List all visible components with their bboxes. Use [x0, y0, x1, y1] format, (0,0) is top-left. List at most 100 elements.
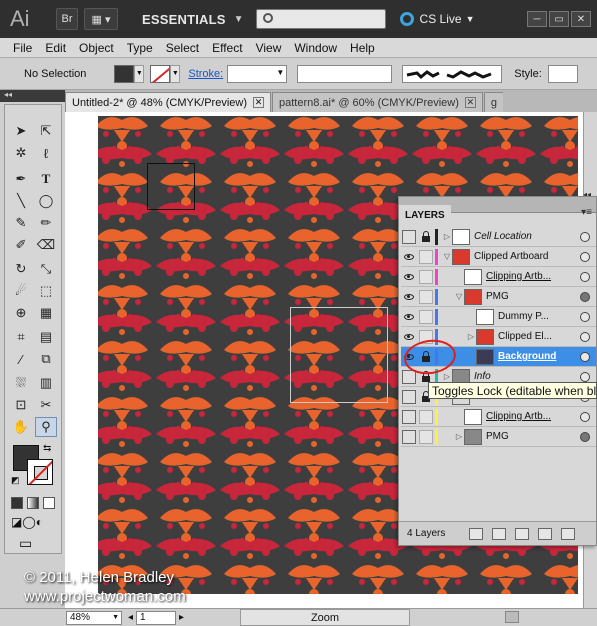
none-mode-icon[interactable]: [43, 497, 55, 509]
target-icon[interactable]: [580, 431, 590, 442]
free-transform-tool-icon[interactable]: ⬚: [35, 281, 57, 301]
menu-type[interactable]: Type: [127, 41, 153, 55]
horizontal-scroll-thumb[interactable]: [505, 611, 519, 623]
layer-name[interactable]: Clipping Artb...: [486, 271, 580, 282]
expand-triangle-icon[interactable]: ▷: [442, 372, 452, 381]
default-colors-icon[interactable]: ◩: [11, 475, 20, 486]
eraser-tool-icon[interactable]: ⌫: [35, 235, 57, 255]
selection-tool-icon[interactable]: ➤: [10, 121, 32, 141]
pattern-tile-outline[interactable]: [147, 163, 195, 210]
fill-color-swatch[interactable]: [114, 64, 135, 83]
layer-row[interactable]: Clipping Artb...: [401, 407, 596, 427]
slice-tool-icon[interactable]: ✂: [35, 395, 57, 415]
target-icon[interactable]: [580, 291, 590, 302]
eye-icon[interactable]: [402, 270, 416, 284]
pencil-tool-icon[interactable]: ✏: [35, 213, 57, 233]
pattern-tile-bounds[interactable]: [290, 307, 388, 403]
expand-triangle-icon[interactable]: ▷: [454, 432, 464, 441]
chevron-down-icon[interactable]: ▼: [234, 14, 244, 25]
layer-row[interactable]: ▷ PMG: [401, 427, 596, 447]
make-clipping-mask-icon[interactable]: [492, 527, 507, 540]
symbol-sprayer-tool-icon[interactable]: ⛆: [10, 373, 32, 393]
menu-help[interactable]: Help: [350, 41, 375, 55]
expand-triangle-icon[interactable]: ▷: [466, 332, 476, 341]
direct-selection-tool-icon[interactable]: ⇱: [35, 121, 57, 141]
status-label[interactable]: Zoom: [240, 609, 410, 626]
template-icon[interactable]: [402, 409, 416, 424]
workspace-switcher[interactable]: ESSENTIALS: [142, 12, 226, 27]
eye-icon[interactable]: [402, 250, 416, 264]
lock-toggle[interactable]: [419, 269, 433, 284]
new-sublayer-icon[interactable]: [515, 527, 530, 540]
lock-toggle[interactable]: [419, 249, 433, 264]
column-graph-tool-icon[interactable]: ▥: [35, 373, 57, 393]
draw-mode-icon[interactable]: ◪◯◐: [11, 515, 43, 529]
maximize-button[interactable]: ▭: [549, 11, 569, 27]
arrange-documents-button[interactable]: ▦ ▾: [84, 8, 118, 30]
target-icon[interactable]: [580, 231, 590, 242]
locate-object-icon[interactable]: [469, 527, 484, 540]
menu-view[interactable]: View: [256, 41, 282, 55]
expand-triangle-icon[interactable]: ▷: [442, 232, 452, 241]
menu-file[interactable]: File: [13, 41, 32, 55]
layers-panel-title[interactable]: LAYERS: [399, 205, 451, 225]
layer-name[interactable]: Info: [474, 371, 580, 382]
target-icon[interactable]: [580, 371, 590, 382]
lock-toggle[interactable]: [419, 429, 433, 444]
eyedropper-tool-icon[interactable]: ⁄: [10, 349, 32, 369]
paintbrush-tool-icon[interactable]: ✎: [10, 213, 32, 233]
eye-icon[interactable]: [402, 290, 416, 304]
menu-edit[interactable]: Edit: [45, 41, 66, 55]
layer-name[interactable]: Dummy P...: [498, 311, 580, 322]
warp-tool-icon[interactable]: ☄: [10, 281, 32, 301]
next-artboard-icon[interactable]: ▸: [179, 612, 184, 623]
bridge-button[interactable]: Br: [56, 8, 78, 30]
zoom-level-select[interactable]: 48% ▼: [66, 610, 122, 625]
artboard-number-field[interactable]: 1: [136, 610, 177, 625]
perspective-grid-tool-icon[interactable]: ▦: [35, 303, 57, 323]
mesh-tool-icon[interactable]: ⌗: [10, 327, 32, 347]
artboard-tool-icon[interactable]: ⊡: [10, 395, 32, 415]
stroke-label-link[interactable]: Stroke:: [188, 68, 223, 80]
layer-row[interactable]: ▽ PMG: [401, 287, 596, 307]
tab-pattern8[interactable]: pattern8.ai* @ 60% (CMYK/Preview) ✕: [272, 92, 483, 112]
tab-third[interactable]: g: [483, 92, 504, 112]
gradient-mode-icon[interactable]: [27, 497, 39, 509]
layer-name[interactable]: Background: [498, 351, 580, 362]
layer-row[interactable]: ▷ Cell Location: [401, 227, 596, 247]
minimize-button[interactable]: ─: [527, 11, 547, 27]
layer-row[interactable]: Dummy P...: [401, 307, 596, 327]
close-button[interactable]: ✕: [571, 11, 591, 27]
new-layer-icon[interactable]: [538, 527, 553, 540]
gradient-tool-icon[interactable]: ▤: [35, 327, 57, 347]
graphic-style-swatch[interactable]: [547, 64, 578, 83]
tab-untitled-2[interactable]: Untitled-2* @ 48% (CMYK/Preview) ✕: [65, 92, 271, 112]
layer-row[interactable]: Clipping Artb...: [401, 267, 596, 287]
toolbox-collapse-icon[interactable]: ◂◂: [0, 90, 65, 102]
menu-effect[interactable]: Effect: [212, 41, 242, 55]
rotate-tool-icon[interactable]: ↻: [10, 259, 32, 279]
target-icon[interactable]: [580, 271, 590, 282]
magic-wand-tool-icon[interactable]: ✲: [10, 143, 32, 163]
panel-menu-icon[interactable]: ▾≡: [581, 207, 592, 218]
layer-name[interactable]: PMG: [486, 431, 580, 442]
collapse-triangle-icon[interactable]: ▽: [442, 252, 452, 261]
eye-icon[interactable]: [402, 330, 416, 344]
target-icon[interactable]: [580, 311, 590, 322]
stroke-dropdown[interactable]: ▼: [170, 64, 181, 83]
previous-artboard-icon[interactable]: ◂: [128, 612, 133, 623]
layer-name[interactable]: Clipped El...: [498, 331, 580, 342]
fill-dropdown[interactable]: ▼: [134, 64, 145, 83]
stroke-weight-field[interactable]: ▼: [227, 64, 288, 83]
blob-brush-tool-icon[interactable]: ✐: [10, 235, 32, 255]
stroke-color-box[interactable]: [27, 459, 53, 485]
lock-toggle[interactable]: [419, 409, 433, 424]
template-icon[interactable]: [402, 389, 416, 404]
lock-toggle[interactable]: [419, 309, 433, 324]
menu-object[interactable]: Object: [79, 41, 114, 55]
variable-width-field[interactable]: [297, 64, 393, 83]
menu-window[interactable]: Window: [294, 41, 337, 55]
collapse-triangle-icon[interactable]: ▽: [454, 292, 464, 301]
lock-icon[interactable]: [419, 230, 433, 244]
target-icon[interactable]: [580, 331, 590, 342]
